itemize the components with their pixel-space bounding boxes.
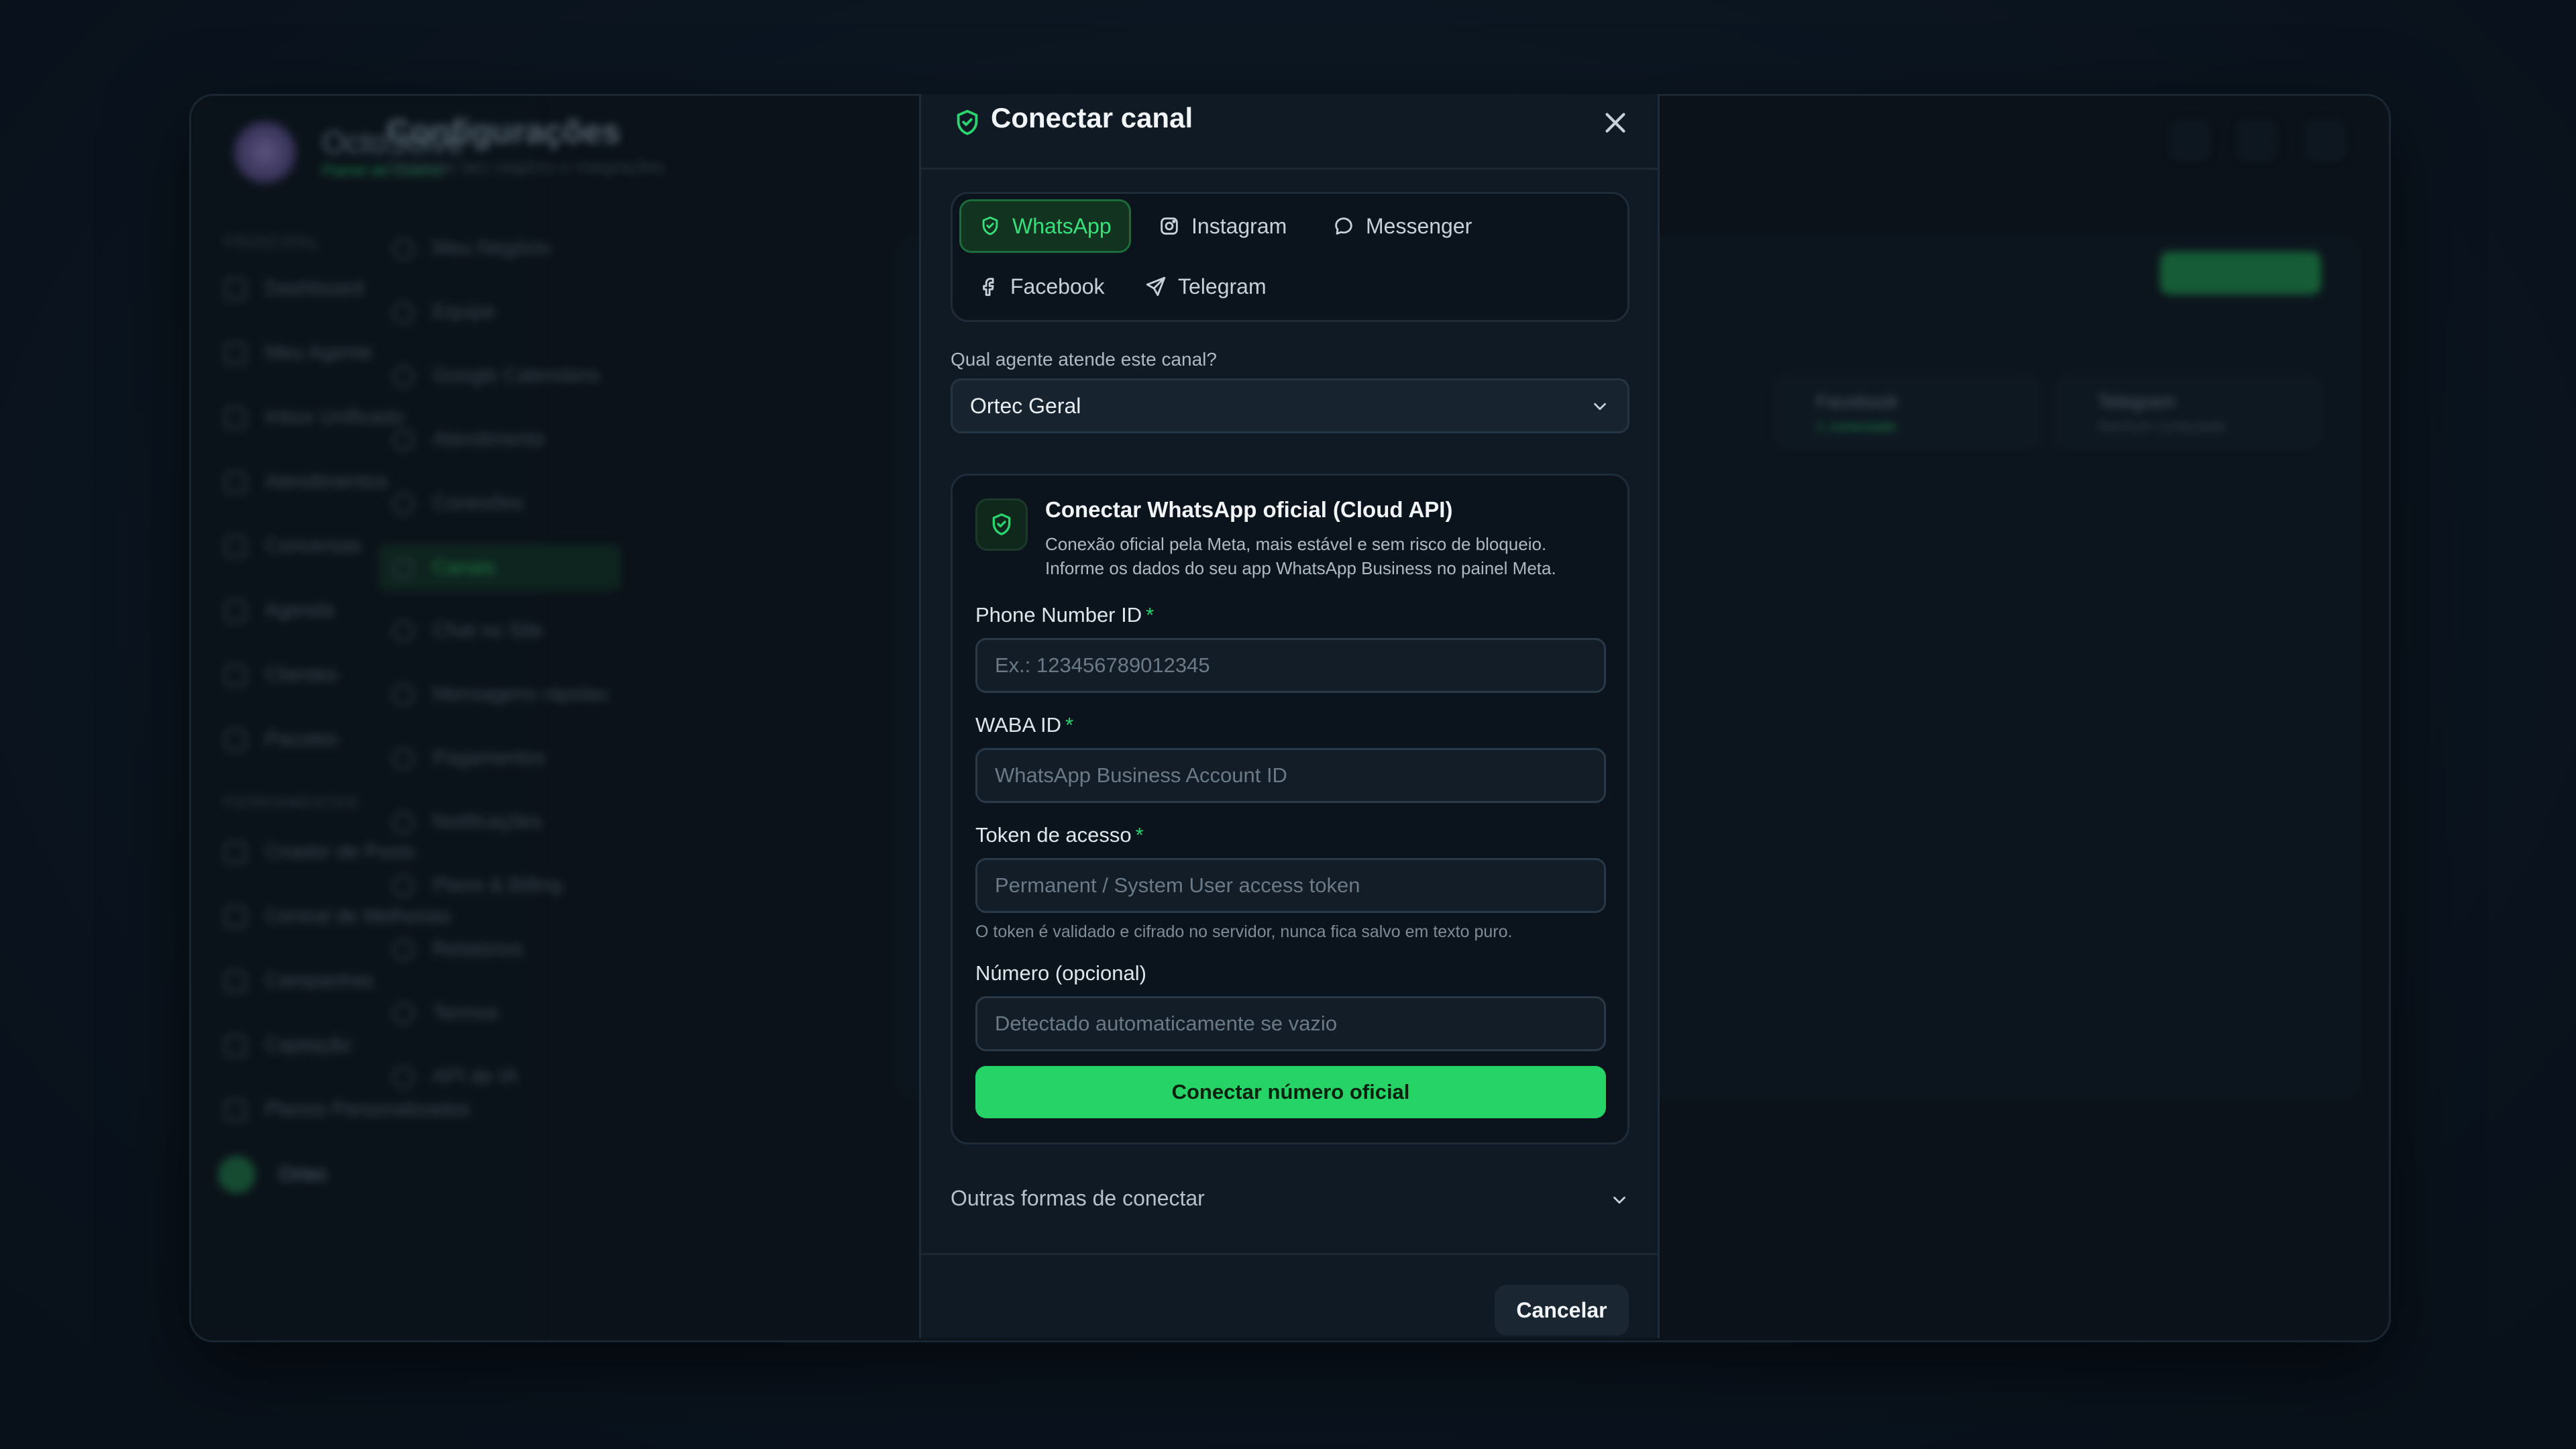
bg-settings-nav-item: Pagamentos [392, 747, 545, 769]
waba-id-label: WABA ID * [975, 713, 1073, 737]
tab-label: Facebook [1010, 274, 1105, 299]
bg-nav-item: Pacotes [225, 728, 337, 751]
bg-settings-nav-item: Meu Negócio [392, 237, 551, 260]
modal-title: Conectar canal [991, 102, 1193, 133]
bg-channel-card: Telegram Nenhum conectado [2056, 378, 2320, 447]
agent-select-value: Ortec Geral [970, 393, 1081, 418]
bg-settings-nav-item: Plano & Billing [392, 874, 562, 897]
send-icon [1146, 276, 1166, 297]
bg-nav-item: Campanhas [225, 969, 374, 992]
other-ways-label: Outras formas de conectar [951, 1186, 1205, 1210]
whatsapp-cloud-api-card: Conectar WhatsApp oficial (Cloud API) Co… [951, 474, 1629, 1144]
close-icon[interactable] [1599, 106, 1632, 140]
bg-nav-item: Inbox Unificado [225, 406, 404, 429]
tab-facebook[interactable]: Facebook [959, 260, 1122, 313]
tab-instagram[interactable]: Instagram [1140, 199, 1304, 253]
bg-settings-nav-item-active: Canais [379, 544, 621, 592]
waba-id-input[interactable] [975, 748, 1606, 803]
bg-nav-item: Criador de Posts [225, 841, 415, 863]
required-mark: * [1135, 823, 1144, 847]
bg-section-label: FERRAMENTAS [225, 794, 360, 812]
chat-bubble-icon [1335, 217, 1352, 235]
bg-nav-item: Captação [225, 1034, 351, 1057]
chevron-down-icon [1613, 1196, 1625, 1204]
card-title: Conectar WhatsApp oficial (Cloud API) [1045, 497, 1453, 522]
bg-settings-subtitle: Gerencie seu negócio e integrações [386, 156, 665, 176]
bg-nav-item: Dashboard [225, 277, 364, 300]
required-mark: * [1065, 713, 1074, 737]
facebook-icon [983, 278, 994, 297]
chevron-down-icon [1594, 402, 1606, 411]
tab-label: WhatsApp [1012, 213, 1112, 238]
bg-settings-nav-item: Mensagens rápidas [392, 683, 608, 706]
tab-messenger[interactable]: Messenger [1315, 199, 1489, 253]
bg-nav-item: Meu Agente [225, 341, 372, 364]
bg-nav-item: Conversas [225, 535, 361, 557]
bg-section-label: PRINCIPAL [225, 233, 321, 252]
bg-settings-title: Configurações [386, 113, 621, 150]
tab-label: Instagram [1191, 213, 1287, 238]
field-label-text: WABA ID [975, 713, 1062, 737]
token-hint: O token é validado e cifrado no servidor… [975, 922, 1513, 941]
bg-nav-item: Atendimentos [225, 470, 388, 493]
bg-topbar-button [2237, 120, 2277, 160]
access-token-input[interactable] [975, 858, 1606, 913]
channel-tabs: WhatsApp Instagram Messenger Facebook Te… [951, 192, 1629, 322]
connect-channel-modal: Conectar canal WhatsApp Instagram Messen… [919, 94, 1660, 1338]
shield-check-icon [982, 216, 998, 235]
bg-nav-item: Central de Melhorias [225, 905, 451, 928]
tab-telegram[interactable]: Telegram [1127, 260, 1284, 313]
connect-official-number-button[interactable]: Conectar número oficial [975, 1066, 1606, 1118]
bg-user-profile: Ortec [218, 1156, 328, 1193]
bg-card-label: Telegram [2098, 391, 2176, 412]
phone-number-id-input[interactable] [975, 638, 1606, 693]
agent-select[interactable]: Ortec Geral [951, 378, 1629, 433]
agent-select-label: Qual agente atende este canal? [951, 349, 1217, 370]
bg-settings-nav-item: Relatórios [392, 938, 523, 961]
bg-settings-nav-item: Notificações [392, 810, 542, 833]
bg-topbar-button [2170, 120, 2210, 160]
field-label-text: Token de acesso [975, 823, 1132, 847]
phone-number-input[interactable] [975, 996, 1606, 1051]
bg-nav-item: Agenda [225, 599, 334, 622]
bg-settings-nav-item: Equipe [392, 301, 495, 323]
bg-card-status: Nenhum conectado [2098, 418, 2226, 435]
access-token-label: Token de acesso * [975, 823, 1144, 847]
bg-nav-item: Planos Personalizados [225, 1098, 470, 1121]
bg-sidebar: OctoSolve Painel do Cliente PRINCIPAL Da… [191, 96, 540, 1340]
bg-settings-nav-item: Termos [392, 1002, 498, 1024]
bg-user-name: Ortec [278, 1163, 328, 1185]
bg-add-channel-button [2160, 252, 2321, 294]
required-mark: * [1146, 603, 1155, 627]
shield-check-icon [992, 513, 1011, 535]
field-label-text: Phone Number ID [975, 603, 1142, 627]
bg-nav-item: Clientes [225, 663, 337, 686]
bg-channel-card: Facebook 1 conectado [1774, 378, 2039, 447]
bg-settings-nav-item: Conexões [392, 492, 523, 515]
bg-topbar-button [2304, 120, 2345, 160]
bg-settings-nav-item: API de IA [392, 1065, 518, 1088]
instagram-icon [1161, 217, 1178, 235]
card-description: Conexão oficial pela Meta, mais estável … [1045, 534, 1556, 578]
phone-number-id-label: Phone Number ID * [975, 603, 1154, 627]
shield-check-icon [957, 109, 978, 136]
bg-settings-nav-item: Google Calendário [392, 364, 600, 387]
cancel-button[interactable]: Cancelar [1495, 1285, 1629, 1336]
bg-card-status: 1 conectado [1816, 418, 1896, 435]
avatar [218, 1156, 256, 1193]
bg-card-label: Facebook [1816, 391, 1898, 412]
bg-settings-nav-item: Chat no Site [392, 619, 543, 642]
bg-settings-nav-item: Atendimento [392, 428, 545, 451]
modal-header: Conectar canal [921, 94, 1658, 170]
card-icon-badge [975, 498, 1028, 551]
footer-divider [921, 1253, 1658, 1255]
other-ways-accordion[interactable]: Outras formas de conectar [951, 1181, 1629, 1221]
tab-label: Telegram [1178, 274, 1267, 299]
phone-number-label: Número (opcional) [975, 961, 1146, 985]
tab-label: Messenger [1366, 213, 1472, 238]
tab-whatsapp[interactable]: WhatsApp [959, 199, 1131, 253]
octopus-logo-icon [231, 119, 299, 186]
